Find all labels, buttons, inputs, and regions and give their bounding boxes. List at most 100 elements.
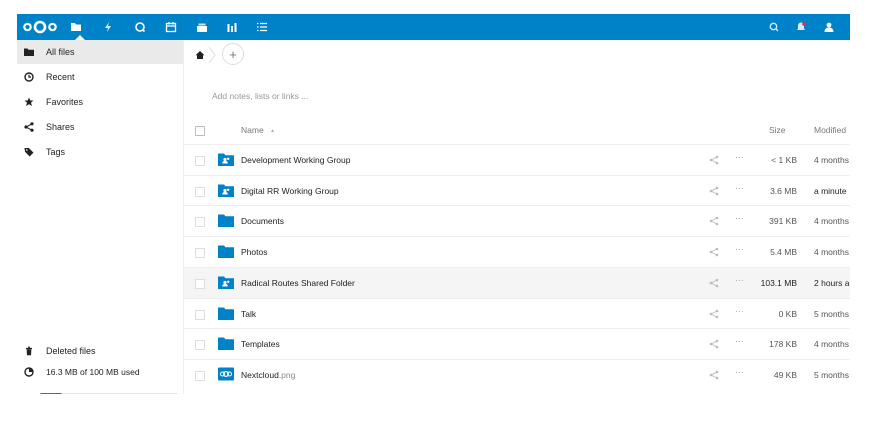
- file-modified: 4 months: [814, 216, 849, 227]
- column-modified-header[interactable]: Modified: [814, 125, 846, 135]
- file-basename: Digital RR Working Group: [241, 185, 339, 196]
- file-name[interactable]: Templates: [241, 339, 280, 349]
- more-actions-icon[interactable]: ···: [735, 183, 744, 193]
- file-name[interactable]: Nextcloud.png: [241, 370, 295, 380]
- file-basename: Radical Routes Shared Folder: [241, 277, 355, 288]
- share-icon[interactable]: [709, 155, 719, 165]
- files-icon[interactable]: [69, 20, 83, 34]
- more-actions-icon[interactable]: ···: [735, 336, 744, 346]
- pie-chart-icon: [23, 366, 35, 378]
- contacts-icon[interactable]: [822, 20, 836, 34]
- search-icon[interactable]: [767, 20, 781, 34]
- tasks-icon[interactable]: [255, 20, 269, 34]
- rich-workspace-input[interactable]: Add notes, lists or links ...: [212, 91, 308, 101]
- file-name[interactable]: Radical Routes Shared Folder: [241, 278, 355, 288]
- file-list-area: + Add notes, lists or links ... Name ▲ S…: [184, 40, 850, 394]
- file-checkbox[interactable]: [195, 370, 205, 381]
- file-checkbox[interactable]: [195, 248, 205, 259]
- star-icon: [23, 96, 35, 108]
- shared-folder-icon: [218, 276, 234, 289]
- file-checkbox[interactable]: [195, 156, 205, 166]
- nextcloud-window: All files Recent Favorites Shares Tags )…: [17, 14, 850, 394]
- share-icon[interactable]: [709, 370, 719, 380]
- more-actions-icon[interactable]: ···: [735, 306, 744, 316]
- activity-icon[interactable]: [101, 20, 115, 34]
- file-modified: 5 months: [814, 369, 849, 380]
- file-row[interactable]: Nextcloud.png ··· 49 KB 5 months: [184, 358, 850, 390]
- file-row[interactable]: Photos ··· 5.4 MB 4 months: [184, 236, 850, 267]
- notifications-icon[interactable]: [794, 20, 808, 34]
- file-name[interactable]: Photos: [241, 247, 267, 257]
- sidebar-item-favorites[interactable]: Favorites: [17, 90, 183, 114]
- sidebar: All files Recent Favorites Shares Tags )…: [17, 40, 184, 394]
- file-basename: Development Working Group: [241, 155, 351, 165]
- top-bar: [17, 14, 850, 40]
- share-icon: [23, 121, 35, 133]
- file-modified: 4 months: [814, 247, 849, 258]
- sidebar-item-label: Recent: [46, 72, 75, 82]
- select-all-checkbox[interactable]: [195, 126, 205, 136]
- file-name[interactable]: Digital RR Working Group: [241, 186, 339, 196]
- share-icon[interactable]: [709, 216, 719, 226]
- nextcloud-logo-icon[interactable]: [21, 18, 59, 36]
- share-icon[interactable]: [709, 278, 719, 288]
- share-icon[interactable]: [709, 309, 719, 319]
- more-actions-icon[interactable]: ···: [735, 275, 744, 285]
- breadcrumb-separator: [208, 46, 216, 64]
- image-file-icon: [218, 367, 234, 381]
- folder-icon: [218, 214, 234, 228]
- file-size: 178 KB: [769, 339, 797, 350]
- file-name[interactable]: Talk: [241, 309, 256, 319]
- file-size: < 1 KB: [771, 155, 797, 165]
- more-actions-icon[interactable]: ···: [735, 152, 744, 162]
- analytics-icon[interactable]: [225, 20, 239, 34]
- folder-icon: [218, 245, 234, 259]
- share-icon[interactable]: [709, 186, 719, 196]
- sidebar-item-tags[interactable]: Tags: [17, 140, 183, 164]
- file-checkbox[interactable]: [195, 217, 205, 228]
- file-modified: a minute: [814, 185, 847, 196]
- file-row[interactable]: Talk ··· 0 KB 5 months: [184, 297, 850, 329]
- search-app-icon[interactable]: [133, 20, 147, 34]
- deck-icon[interactable]: [195, 20, 209, 34]
- file-row[interactable]: Radical Routes Shared Folder ··· 103.1 MB 2…: [184, 266, 850, 298]
- file-basename: Documents: [241, 216, 284, 227]
- more-actions-icon[interactable]: ···: [735, 367, 744, 377]
- quota-label: 16.3 MB of 100 MB used: [46, 367, 140, 377]
- column-name-header[interactable]: Name: [241, 125, 264, 135]
- file-modified: 5 months: [814, 308, 849, 319]
- file-size: 5.4 MB: [770, 247, 797, 258]
- sidebar-item-all-files[interactable]: All files: [17, 40, 183, 64]
- file-checkbox[interactable]: [195, 278, 205, 289]
- home-icon[interactable]: [194, 49, 206, 61]
- file-checkbox[interactable]: [195, 309, 205, 320]
- file-name[interactable]: Documents: [241, 216, 284, 226]
- column-size-header[interactable]: Size: [769, 125, 786, 135]
- file-row[interactable]: Digital RR Working Group ··· 3.6 MB a minut…: [184, 174, 850, 206]
- file-name[interactable]: Development Working Group: [241, 155, 350, 165]
- quota-progress-fill: [40, 393, 62, 394]
- file-basename: Nextcloud: [241, 369, 279, 380]
- calendar-icon[interactable]: [164, 20, 178, 34]
- file-row[interactable]: Documents ··· 391 KB 4 months: [184, 205, 850, 236]
- more-actions-icon[interactable]: ···: [735, 244, 744, 254]
- sidebar-item-label: Shares: [46, 122, 75, 132]
- sidebar-item-shares[interactable]: Shares: [17, 115, 183, 139]
- file-row[interactable]: Development Working Group ··· < 1 KB 4 mont…: [184, 144, 850, 175]
- sidebar-item-label: Favorites: [46, 97, 84, 107]
- file-size: 49 KB: [773, 369, 797, 380]
- share-icon[interactable]: [709, 339, 719, 349]
- file-size: 3.6 MB: [770, 185, 797, 196]
- file-checkbox[interactable]: [195, 340, 205, 351]
- shared-folder-icon: [218, 153, 234, 166]
- more-actions-icon[interactable]: ···: [735, 213, 744, 223]
- new-file-button[interactable]: +: [222, 43, 244, 65]
- file-checkbox[interactable]: [195, 186, 205, 197]
- tag-icon: [23, 146, 35, 158]
- sort-indicator-icon: ▲: [270, 128, 275, 134]
- file-size: 391 KB: [769, 216, 797, 227]
- clock-icon: [23, 71, 35, 83]
- share-icon[interactable]: [709, 247, 719, 257]
- file-row[interactable]: Templates ··· 178 KB 4 months: [184, 328, 850, 359]
- sidebar-item-recent[interactable]: Recent: [17, 65, 183, 89]
